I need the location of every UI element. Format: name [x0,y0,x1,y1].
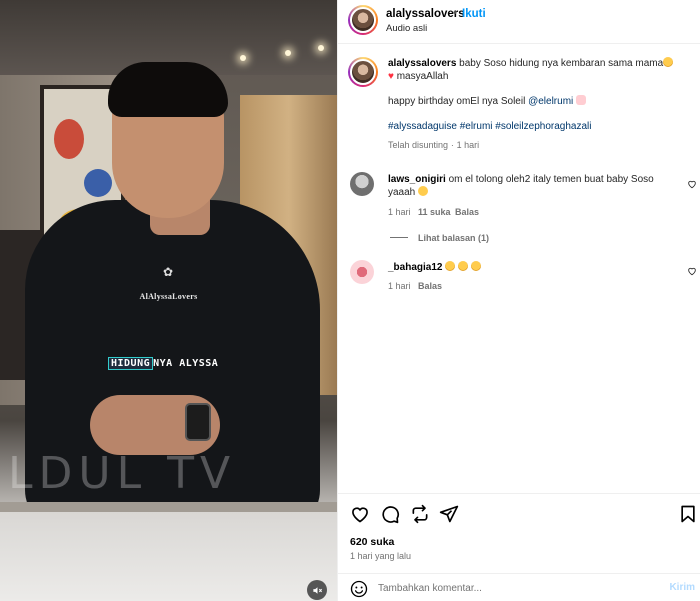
video-subtitle-rest: NYA ALYSSA [153,358,219,369]
speaker-muted-icon [312,586,322,594]
avatar[interactable] [350,172,374,196]
caption-text: baby Soso hidung nya kembaran sama mama [459,58,664,69]
video-channel-watermark: LDUL TV [8,448,237,499]
comment-composer: Kirim [338,573,700,601]
heart-eyes-emoji-icon [445,261,456,271]
comment-likes[interactable]: 11 suka [418,207,451,217]
comment-time[interactable]: 1 hari [388,207,411,217]
video-subtitle: HIDUNG NYA ALYSSA [108,357,219,370]
reel-video[interactable]: ✿ AlAlyssaLovers HIDUNG NYA ALYSSA LDUL T… [0,0,337,601]
action-bar: 620 suka 1 hari yang lalu [338,493,700,569]
video-watermark: AlAlyssaLovers [139,292,198,301]
caption-time[interactable]: 1 hari [457,140,480,150]
like-heart-icon[interactable] [350,504,370,524]
like-comment-heart-icon[interactable] [687,266,697,276]
comments-section[interactable]: alalyssalovers baby Soso hidung nya kemb… [338,45,700,493]
comment-body: _bahagia12 [388,261,668,274]
video-ceiling-light [240,55,246,61]
shirt-logo-icon: ✿ [162,265,174,279]
avatar[interactable] [348,5,378,35]
replies-line [390,237,408,238]
video-ceiling-light [318,45,324,51]
smiling-emoji-icon [418,186,429,196]
comment-body: laws_onigiri om el tolong oleh2 italy te… [388,173,668,199]
video-subtitle-highlight: HIDUNG [108,357,154,370]
caption-birthday-text: happy birthday omEl nya Soleil [388,96,526,107]
reply-button[interactable]: Balas [455,207,479,217]
save-bookmark-icon[interactable] [678,504,698,524]
audio-label[interactable]: Audio asli [386,23,427,34]
avatar[interactable] [350,260,374,284]
video-wristwatch [185,403,211,441]
send-comment-button[interactable]: Kirim [669,582,695,593]
comment-bubble-icon[interactable] [380,504,400,524]
view-replies-button[interactable]: Lihat balasan (1) [390,233,489,243]
comment-username[interactable]: _bahagia12 [388,262,442,273]
post-side-panel: alalyssalovers • Ikuti Audio asli alalys… [337,0,700,601]
comment-input[interactable] [378,580,638,596]
hashtags-link[interactable]: #alyssadaguise #elrumi #soleilzephoragha… [388,121,591,132]
caption-text-2: masyaAllah [396,71,449,82]
meta-separator: · [450,140,454,150]
avatar[interactable] [348,57,378,87]
heart-eyes-emoji-icon [470,261,481,271]
view-replies-label: Lihat balasan (1) [418,233,490,243]
heart-eyes-emoji-icon [663,57,674,67]
caption-body: alalyssalovers baby Soso hidung nya kemb… [388,57,688,152]
post-time[interactable]: 1 hari yang lalu [350,551,411,561]
separator-dot: • [453,7,457,19]
post-header: alalyssalovers • Ikuti Audio asli [338,0,700,44]
repost-icon[interactable] [410,504,430,524]
comment-username[interactable]: laws_onigiri [388,174,446,185]
edited-label: Telah disunting [388,140,449,150]
share-paper-plane-icon[interactable] [439,504,459,524]
comment-time[interactable]: 1 hari [388,281,411,291]
reply-button[interactable]: Balas [418,281,442,291]
video-table [0,512,337,601]
video-ceiling-light [285,50,291,56]
likes-count[interactable]: 620 suka [350,536,394,548]
red-heart-emoji-icon: ♥ [388,71,394,82]
like-comment-heart-icon[interactable] [687,179,697,189]
follow-button[interactable]: Ikuti [462,8,486,20]
caption-username[interactable]: alalyssalovers [388,58,456,69]
video-person-hair [108,62,228,117]
emoji-smiley-icon[interactable] [350,580,368,598]
mention-link[interactable]: @elelrumi [528,96,573,107]
hand-heart-emoji-icon [576,95,587,105]
heart-eyes-emoji-icon [458,261,469,271]
mute-button[interactable] [307,580,327,600]
